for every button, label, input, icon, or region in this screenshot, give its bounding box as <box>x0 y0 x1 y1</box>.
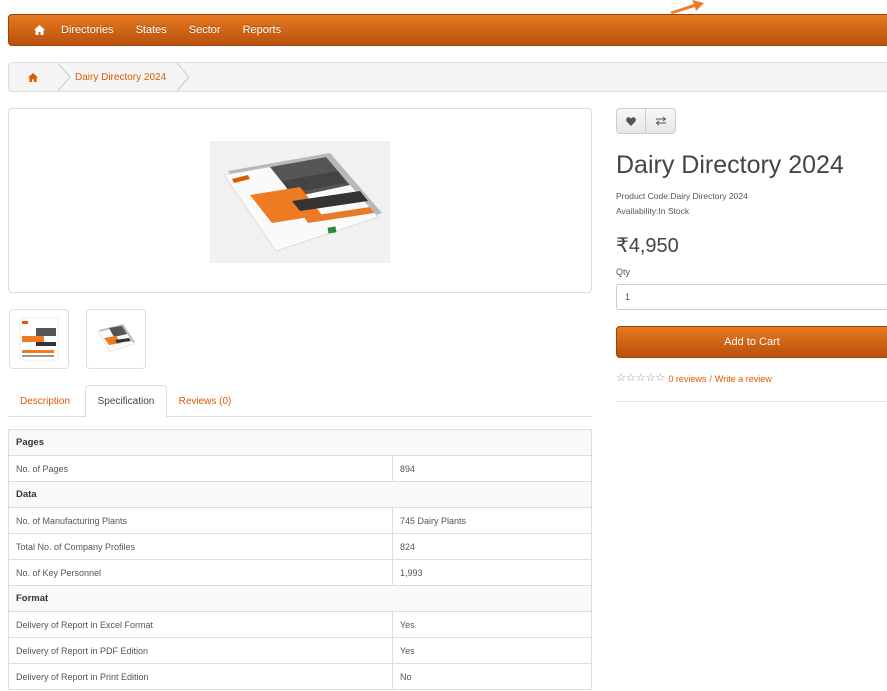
nav-item-sector[interactable]: Sector <box>189 24 221 36</box>
nav-home-icon[interactable] <box>31 22 47 38</box>
breadcrumb-separator <box>176 63 190 91</box>
thumbnail-image <box>97 324 135 353</box>
qty-value: 1 <box>625 292 631 302</box>
star-outline-icon: ☆ <box>645 372 656 384</box>
reviews-separator: / <box>709 373 712 384</box>
rating-row: ☆ ☆ ☆ ☆ ☆ 0 reviews / Write a review <box>616 373 772 384</box>
main-product-image[interactable] <box>8 108 592 293</box>
spec-label: No. of Manufacturing Plants <box>8 507 393 534</box>
qty-input[interactable]: 1 <box>616 284 887 310</box>
heart-icon <box>626 116 636 126</box>
wishlist-button[interactable] <box>616 108 646 134</box>
spec-value: Yes <box>392 637 592 664</box>
tab-reviews[interactable]: Reviews (0) <box>170 385 240 417</box>
exchange-icon <box>655 116 666 126</box>
nav-item-states[interactable]: States <box>136 24 167 36</box>
star-outline-icon: ☆ <box>635 372 646 384</box>
product-image <box>210 141 390 263</box>
thumbnail-1[interactable] <box>9 309 69 369</box>
spec-value: No <box>392 663 592 690</box>
divider <box>616 401 887 402</box>
add-to-cart-button[interactable]: Add to Cart <box>616 326 887 358</box>
table-row: Delivery of Report in Print Edition No <box>8 663 592 690</box>
product-title: Dairy Directory 2024 <box>616 151 844 179</box>
tab-description[interactable]: Description <box>8 385 82 417</box>
table-row: No. of Key Personnel 1,993 <box>8 559 592 586</box>
breadcrumb-home-icon[interactable] <box>9 63 57 91</box>
section-title: Pages <box>8 429 592 456</box>
product-price: ₹4,950 <box>616 235 679 257</box>
table-row: No. of Manufacturing Plants 745 Dairy Pla… <box>8 507 592 534</box>
table-row: Total No. of Company Profiles 824 <box>8 533 592 560</box>
qty-label: Qty <box>616 267 631 277</box>
thumbnail-image <box>19 317 59 361</box>
spec-value: Yes <box>392 611 592 638</box>
decorative-arrow <box>670 0 704 14</box>
spec-label: Delivery of Report in Excel Format <box>8 611 393 638</box>
product-tabs: Description Specification Reviews (0) <box>8 385 592 418</box>
spec-label: Delivery of Report in Print Edition <box>8 663 393 690</box>
spec-label: No. of Pages <box>8 455 393 482</box>
spec-value: 824 <box>392 533 592 560</box>
table-row: Delivery of Report in PDF Edition Yes <box>8 637 592 664</box>
spec-value: 894 <box>392 455 592 482</box>
spec-label: Total No. of Company Profiles <box>8 533 393 560</box>
table-row: Delivery of Report in Excel Format Yes <box>8 611 592 638</box>
section-title: Data <box>8 481 592 508</box>
star-outline-icon: ☆ <box>625 372 636 384</box>
product-code: Product Code:Dairy Directory 2024 <box>616 191 748 201</box>
reviews-link[interactable]: 0 reviews <box>668 374 706 384</box>
spec-label: No. of Key Personnel <box>8 559 393 586</box>
star-outline-icon: ☆ <box>655 372 666 384</box>
product-action-buttons <box>616 108 676 134</box>
nav-item-reports[interactable]: Reports <box>243 24 282 36</box>
specification-table: Pages No. of Pages 894 Data No. of Manufa… <box>8 429 592 690</box>
main-navbar: Directories States Sector Reports <box>8 14 887 46</box>
breadcrumb-current[interactable]: Dairy Directory 2024 <box>75 72 176 83</box>
tab-specification[interactable]: Specification <box>85 385 167 418</box>
spec-value: 1,993 <box>392 559 592 586</box>
table-row: No. of Pages 894 <box>8 455 592 482</box>
compare-button[interactable] <box>646 108 676 134</box>
star-outline-icon: ☆ <box>616 372 626 384</box>
nav-item-directories[interactable]: Directories <box>61 24 114 36</box>
table-section-header: Data <box>8 481 592 508</box>
product-availability: Availability:In Stock <box>616 206 690 216</box>
write-review-link[interactable]: Write a review <box>715 374 772 384</box>
thumbnail-2[interactable] <box>86 309 146 369</box>
spec-label: Delivery of Report in PDF Edition <box>8 637 393 664</box>
table-section-header: Pages <box>8 429 592 456</box>
breadcrumb: Dairy Directory 2024 <box>8 62 887 92</box>
table-section-header: Format <box>8 585 592 612</box>
section-title: Format <box>8 585 592 612</box>
spec-value: 745 Dairy Plants <box>392 507 592 534</box>
breadcrumb-separator <box>57 63 71 91</box>
